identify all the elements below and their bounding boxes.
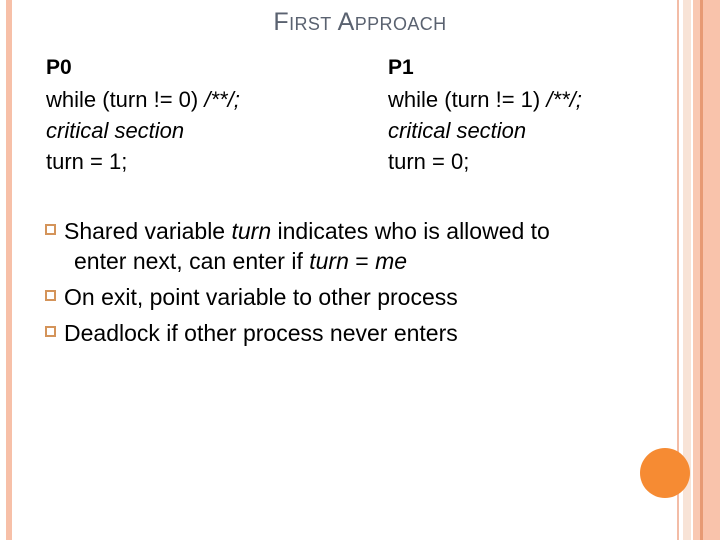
bullet-1-line2-emphasis-turn: turn	[309, 248, 349, 274]
p1-turn-assignment: turn = 0;	[388, 149, 470, 174]
bullet-1-emphasis-turn: turn	[231, 218, 272, 244]
process-p0-header: P0	[46, 56, 72, 79]
p0-critical-section: critical section	[46, 118, 185, 143]
p0-while-head: while (turn != 0)	[46, 87, 205, 112]
list-item: Deadlock if other process never enters	[44, 318, 674, 348]
code-row-critical-section: critical section critical section	[46, 118, 666, 149]
slide-canvas: First Approach P0 P1 while (turn != 0) /…	[0, 0, 720, 540]
code-row-headers: P0 P1	[46, 56, 666, 87]
code-row-turn-assign: turn = 1; turn = 0;	[46, 149, 666, 180]
p1-while-statement: while (turn != 1) /**/;	[388, 87, 582, 113]
square-bullet-icon	[45, 224, 56, 235]
bullet-list: Shared variable turn indicates who is al…	[44, 216, 674, 348]
process-p1-header: P1	[388, 56, 414, 79]
square-bullet-icon	[45, 326, 56, 337]
bullet-1-line2-part-a: enter next, can enter if	[74, 248, 310, 274]
slide-title: First Approach	[273, 8, 447, 36]
p1-while-head: while (turn != 1)	[388, 87, 547, 112]
bullet-1-part-b: indicates who is allowed to	[271, 218, 550, 244]
list-item: On exit, point variable to other process	[44, 282, 674, 312]
square-bullet-icon	[45, 290, 56, 301]
code-row-while: while (turn != 0) /**/; while (turn != 1…	[46, 87, 666, 118]
bullet-1-line2: enter next, can enter if turn = me	[64, 246, 674, 276]
p0-turn-assignment: turn = 1;	[46, 149, 128, 174]
right-edge-stripe-5	[703, 0, 720, 540]
orange-circle-decoration	[640, 448, 690, 498]
left-edge-stripe	[6, 0, 12, 540]
bullet-1-line2-operator: =	[348, 248, 376, 274]
list-item-text: On exit, point variable to other process	[64, 284, 458, 310]
bullet-1-part-a: Shared variable	[64, 218, 232, 244]
list-item-text: Deadlock if other process never enters	[64, 320, 458, 346]
pseudocode-block: P0 P1 while (turn != 0) /**/; while (tur…	[46, 56, 666, 180]
p0-while-statement: while (turn != 0) /**/;	[46, 87, 240, 113]
p1-critical-section: critical section	[388, 118, 527, 143]
p0-while-comment: /**/;	[204, 87, 240, 112]
list-item: Shared variable turn indicates who is al…	[44, 216, 674, 276]
p1-while-comment: /**/;	[546, 87, 582, 112]
bullet-1-line2-emphasis-me: me	[375, 248, 408, 274]
list-item-text: Shared variable turn indicates who is al…	[64, 216, 674, 276]
right-edge-stripe-3	[693, 0, 700, 540]
